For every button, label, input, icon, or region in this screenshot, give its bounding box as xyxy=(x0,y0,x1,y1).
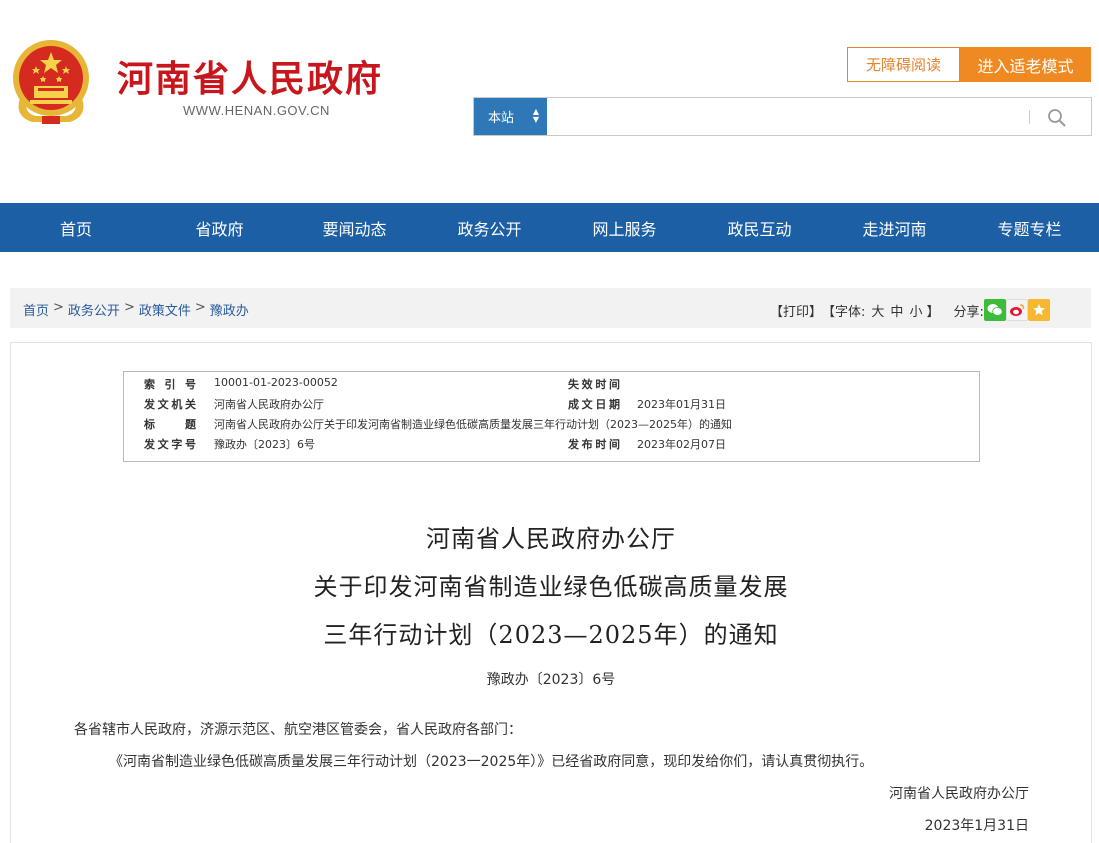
share-label: 分享: xyxy=(953,304,984,320)
nav-item-news[interactable]: 要闻动态 xyxy=(287,203,422,252)
elder-mode-button[interactable]: 进入适老模式 xyxy=(960,47,1091,82)
meta-row: 索引号 10001-01-2023-00052 失效时间 xyxy=(124,376,981,396)
addressee-paragraph: 各省辖市人民政府，济源示范区、航空港区管委会，省人民政府各部门： xyxy=(74,722,522,738)
qzone-icon[interactable] xyxy=(1027,299,1050,321)
search-divider xyxy=(1029,110,1030,124)
weibo-icon[interactable] xyxy=(1005,299,1028,321)
signature-organization: 河南省人民政府办公厅 xyxy=(889,786,1029,802)
title-value: 河南省人民政府办公厅关于印发河南省制造业绿色低碳高质量发展三年行动计划（2023… xyxy=(214,418,732,431)
font-size-label: 【字体: xyxy=(822,304,866,320)
search-box: 本站 ▲ ▼ xyxy=(473,97,1092,136)
nav-item-special-topics[interactable]: 专题专栏 xyxy=(962,203,1097,252)
expire-label: 失效时间 xyxy=(568,378,620,391)
breadcrumb-home[interactable]: 首页 xyxy=(23,300,49,319)
article-container: 索引号 10001-01-2023-00052 失效时间 发文机关 河南省人民政… xyxy=(10,342,1092,843)
breadcrumb-bar: 首页 > 政务公开 > 政策文件 > 豫政办 【打印】 【字体: 大 中 小 】… xyxy=(10,288,1091,328)
meta-row: 发文机关 河南省人民政府办公厅 成文日期 2023年01月31日 xyxy=(124,396,981,416)
body-paragraph: 《河南省制造业绿色低碳高质量发展三年行动计划（2023一2025年）》已经省政府… xyxy=(109,754,874,770)
breadcrumb: 首页 > 政务公开 > 政策文件 > 豫政办 xyxy=(23,300,249,319)
signature-date: 2023年1月31日 xyxy=(924,818,1029,834)
nav-item-province-government[interactable]: 省政府 xyxy=(152,203,287,252)
search-scope-select[interactable]: 本站 ▲ ▼ xyxy=(474,98,547,135)
title-line: 三年行动计划（2023—2025年）的通知 xyxy=(323,621,779,649)
wechat-icon[interactable] xyxy=(983,299,1006,321)
breadcrumb-policy-documents[interactable]: 政策文件 xyxy=(139,300,191,319)
accessible-reading-button[interactable]: 无障碍阅读 xyxy=(847,47,960,82)
published-label: 发布时间 xyxy=(568,438,620,451)
site-header: 河南省人民政府 WWW.HENAN.GOV.CN 无障碍阅读 进入适老模式 本站… xyxy=(0,0,1099,203)
page-tools: 【打印】 【字体: 大 中 小 】 分享: xyxy=(770,299,1050,321)
search-scope-label: 本站 xyxy=(488,111,515,126)
main-nav: 首页 省政府 要闻动态 政务公开 网上服务 政民互动 走进河南 专题专栏 xyxy=(0,203,1099,252)
title-line: 河南省人民政府办公厅 xyxy=(426,525,676,553)
created-value: 2023年01月31日 xyxy=(637,398,726,411)
nav-item-home[interactable]: 首页 xyxy=(9,203,152,252)
issuer-label: 发文机关 xyxy=(144,398,196,411)
created-label: 成文日期 xyxy=(568,398,620,411)
document-metadata-table: 索引号 10001-01-2023-00052 失效时间 发文机关 河南省人民政… xyxy=(123,371,980,462)
site-url[interactable]: WWW.HENAN.GOV.CN xyxy=(183,103,330,118)
issuer-value: 河南省人民政府办公厅 xyxy=(214,398,324,411)
meta-row: 标 题 河南省人民政府办公厅关于印发河南省制造业绿色低碳高质量发展三年行动计划（… xyxy=(124,416,981,436)
font-medium-button[interactable]: 中 xyxy=(890,301,903,320)
search-icon[interactable] xyxy=(1046,107,1068,129)
font-size-bracket: 】 xyxy=(926,304,940,320)
print-button[interactable]: 【打印】 xyxy=(770,301,822,320)
breadcrumb-separator: > xyxy=(53,300,64,315)
national-emblem-icon[interactable] xyxy=(10,38,92,126)
site-name[interactable]: 河南省人民政府 xyxy=(117,50,383,102)
document-number: 豫政办〔2023〕6号 xyxy=(486,672,616,688)
font-large-button[interactable]: 大 xyxy=(871,301,884,320)
updown-arrow-icon: ▲ ▼ xyxy=(532,107,539,124)
index-label: 索引号 xyxy=(144,378,196,391)
nav-item-online-services[interactable]: 网上服务 xyxy=(557,203,692,252)
nav-item-about-henan[interactable]: 走进河南 xyxy=(827,203,962,252)
title-label: 标 题 xyxy=(144,418,196,431)
nav-item-government-affairs[interactable]: 政务公开 xyxy=(422,203,557,252)
index-value: 10001-01-2023-00052 xyxy=(214,376,338,389)
search-input[interactable] xyxy=(548,98,1028,135)
published-value: 2023年02月07日 xyxy=(637,438,726,451)
docno-value: 豫政办〔2023〕6号 xyxy=(214,438,315,451)
breadcrumb-government-affairs[interactable]: 政务公开 xyxy=(68,300,120,319)
nav-item-public-interaction[interactable]: 政民互动 xyxy=(692,203,827,252)
accessibility-buttons: 无障碍阅读 进入适老模式 xyxy=(847,47,1091,82)
breadcrumb-separator: > xyxy=(123,300,135,315)
font-small-button[interactable]: 小 xyxy=(909,301,922,320)
meta-row: 发文字号 豫政办〔2023〕6号 发布时间 2023年02月07日 xyxy=(124,436,981,456)
docno-label: 发文字号 xyxy=(144,438,196,451)
breadcrumb-yuzhengban[interactable]: 豫政办 xyxy=(210,300,249,319)
document-title: 河南省人民政府办公厅 关于印发河南省制造业绿色低碳高质量发展 三年行动计划（20… xyxy=(11,515,1091,659)
breadcrumb-separator: > xyxy=(194,300,206,315)
title-line: 关于印发河南省制造业绿色低碳高质量发展 xyxy=(313,573,789,601)
